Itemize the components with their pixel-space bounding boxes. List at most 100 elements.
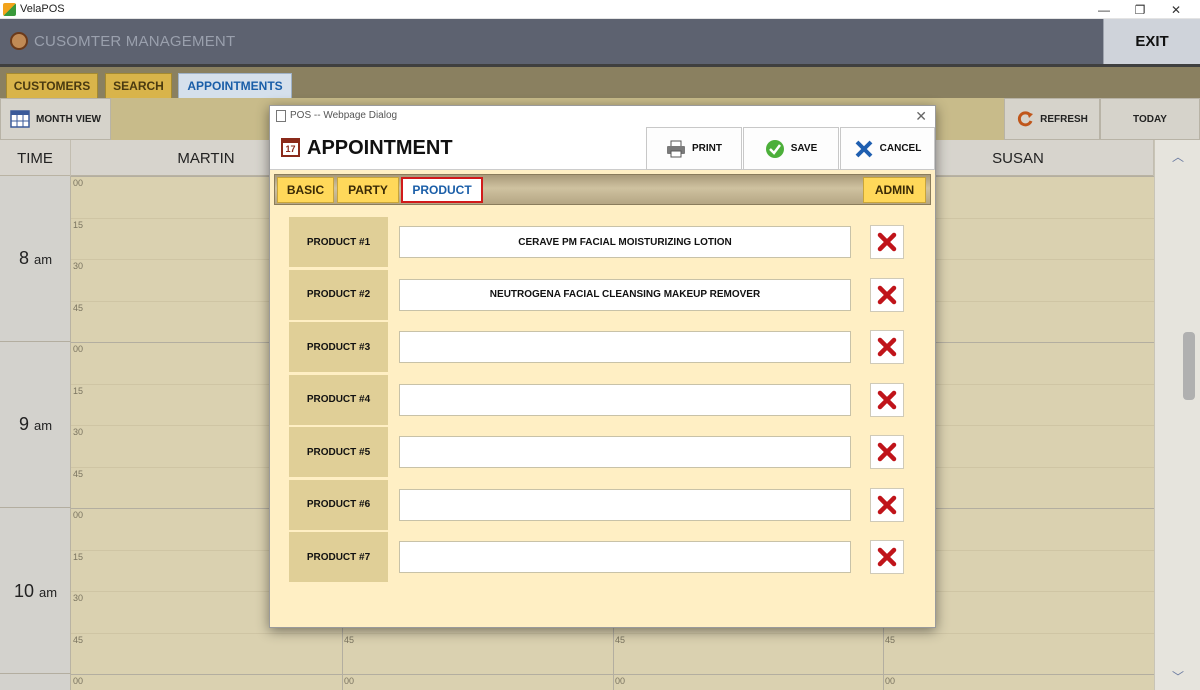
- printer-icon: [667, 140, 685, 157]
- save-button[interactable]: SAVE: [743, 127, 839, 170]
- time-column-header: TIME: [0, 140, 71, 176]
- product-label-7: PRODUCT #7: [289, 532, 388, 582]
- month-view-button[interactable]: MONTH VIEW: [0, 98, 111, 140]
- document-icon: [276, 110, 286, 122]
- product-input-6[interactable]: [399, 488, 851, 521]
- product-input-2[interactable]: NEUTROGENA FACIAL CLEANSING MAKEUP REMOV…: [399, 278, 851, 311]
- appointment-dialog: POS -- Webpage Dialog ✕ 17 APPOINTMENT P…: [269, 105, 936, 628]
- calendar-icon: 17: [281, 138, 300, 157]
- calendar-grid-icon: [10, 110, 30, 128]
- delete-x-icon: [877, 390, 897, 409]
- dialog-heading: APPOINTMENT: [307, 137, 453, 159]
- slot-time-label: 30: [73, 261, 84, 271]
- refresh-label: REFRESH: [1040, 113, 1088, 125]
- hour-label-9am: 9 am: [18, 414, 53, 434]
- print-button[interactable]: PRINT: [646, 127, 742, 170]
- hour-divider: [0, 673, 71, 674]
- slot-time-label: 00: [344, 676, 355, 686]
- scroll-thumb[interactable]: [1183, 332, 1195, 400]
- save-label: SAVE: [790, 143, 818, 154]
- slot-time-label: 45: [73, 634, 84, 645]
- delete-x-icon: [877, 337, 897, 357]
- slot-time-label: 15: [73, 385, 84, 396]
- product-label-6: PRODUCT #6: [289, 479, 388, 530]
- product-delete-button-1[interactable]: [870, 225, 904, 259]
- tab-basic[interactable]: BASIC: [277, 177, 334, 203]
- slot-time-label: 00: [73, 344, 84, 354]
- app-title: VelaPOS: [20, 3, 65, 15]
- exit-button[interactable]: EXIT: [1103, 19, 1200, 64]
- product-delete-button-4[interactable]: [870, 382, 904, 417]
- page-title: CUSOMTER MANAGEMENT: [34, 33, 236, 50]
- slot-time-label: 00: [73, 178, 84, 188]
- product-label-4: PRODUCT #4: [289, 374, 388, 425]
- slot-time-label: 00: [615, 676, 626, 686]
- slot-time-label: 45: [885, 634, 896, 645]
- product-label-2: PRODUCT #2: [289, 269, 388, 320]
- customer-avatar-icon: [10, 32, 28, 50]
- product-input-5[interactable]: [399, 436, 851, 468]
- product-delete-button-2[interactable]: [870, 277, 904, 312]
- slot-time-label: 45: [615, 634, 626, 645]
- dialog-window-title: POS -- Webpage Dialog: [290, 110, 398, 121]
- app-header: CUSOMTER MANAGEMENT EXIT: [0, 19, 1200, 64]
- print-label: PRINT: [692, 143, 722, 154]
- delete-x-icon: [877, 547, 897, 567]
- dialog-titlebar: POS -- Webpage Dialog ✕: [270, 106, 935, 127]
- window-close-button[interactable]: ✕: [1158, 0, 1194, 19]
- refresh-button[interactable]: REFRESH: [1004, 98, 1100, 140]
- restore-button[interactable]: ❐: [1122, 0, 1158, 19]
- product-delete-button-7[interactable]: [870, 540, 904, 574]
- slot-time-label: 30: [73, 593, 84, 603]
- product-label-3: PRODUCT #3: [289, 322, 388, 372]
- scroll-up-icon[interactable]: ︿: [1155, 148, 1200, 165]
- scroll-down-icon[interactable]: ﹀: [1155, 668, 1200, 685]
- hour-label-10am: 10 am: [13, 581, 58, 601]
- today-button[interactable]: TODAY: [1100, 98, 1200, 140]
- dialog-close-button[interactable]: ✕: [915, 108, 927, 125]
- dialog-header: 17 APPOINTMENT PRINT SAVE CANCEL: [270, 127, 935, 170]
- dialog-tabbar: BASIC PARTY PRODUCT ADMIN: [274, 174, 931, 205]
- tab-search[interactable]: SEARCH: [105, 73, 172, 99]
- main-tabbar: CUSTOMERS SEARCH APPOINTMENTS: [0, 64, 1200, 99]
- check-icon: [765, 139, 784, 158]
- slot-time-label: 15: [73, 219, 84, 230]
- cancel-x-icon: [855, 140, 873, 157]
- slot-time-label: 45: [73, 468, 84, 479]
- delete-x-icon: [877, 495, 897, 514]
- calendar-scrollbar[interactable]: ︿ ﹀: [1154, 140, 1200, 690]
- slot-time-label: 00: [885, 676, 896, 686]
- product-delete-button-3[interactable]: [870, 330, 904, 364]
- product-input-3[interactable]: [399, 331, 851, 363]
- product-input-1[interactable]: CERAVE PM FACIAL MOISTURIZING LOTION: [399, 226, 851, 258]
- delete-x-icon: [877, 232, 897, 252]
- month-view-label: MONTH VIEW: [36, 113, 101, 125]
- product-input-4[interactable]: [399, 383, 851, 416]
- minimize-button[interactable]: —: [1086, 0, 1122, 19]
- app-logo-icon: [3, 3, 16, 16]
- slot-time-label: 00: [73, 510, 84, 520]
- product-input-7[interactable]: [399, 541, 851, 573]
- time-column: 8 am 9 am 10 am: [0, 176, 71, 690]
- slot-time-label: 15: [73, 551, 84, 562]
- tab-product[interactable]: PRODUCT: [401, 177, 483, 203]
- hour-label-8am: 8 am: [18, 248, 53, 268]
- cancel-button[interactable]: CANCEL: [840, 127, 935, 170]
- product-delete-button-6[interactable]: [870, 487, 904, 522]
- slot-time-label: 30: [73, 427, 84, 437]
- tab-admin[interactable]: ADMIN: [863, 177, 926, 203]
- slot-time-label: 45: [344, 634, 355, 645]
- delete-x-icon: [877, 285, 897, 304]
- slot-time-label: 45: [73, 302, 84, 313]
- hour-divider: [0, 507, 71, 508]
- hour-divider: [0, 341, 71, 342]
- tab-party[interactable]: PARTY: [337, 177, 399, 203]
- product-label-5: PRODUCT #5: [289, 427, 388, 477]
- slot-time-label: 00: [73, 676, 84, 686]
- cancel-label: CANCEL: [879, 143, 922, 154]
- tab-customers[interactable]: CUSTOMERS: [6, 73, 98, 99]
- product-label-1: PRODUCT #1: [289, 217, 388, 267]
- product-delete-button-5[interactable]: [870, 435, 904, 469]
- tab-appointments[interactable]: APPOINTMENTS: [178, 73, 292, 99]
- delete-x-icon: [877, 442, 897, 462]
